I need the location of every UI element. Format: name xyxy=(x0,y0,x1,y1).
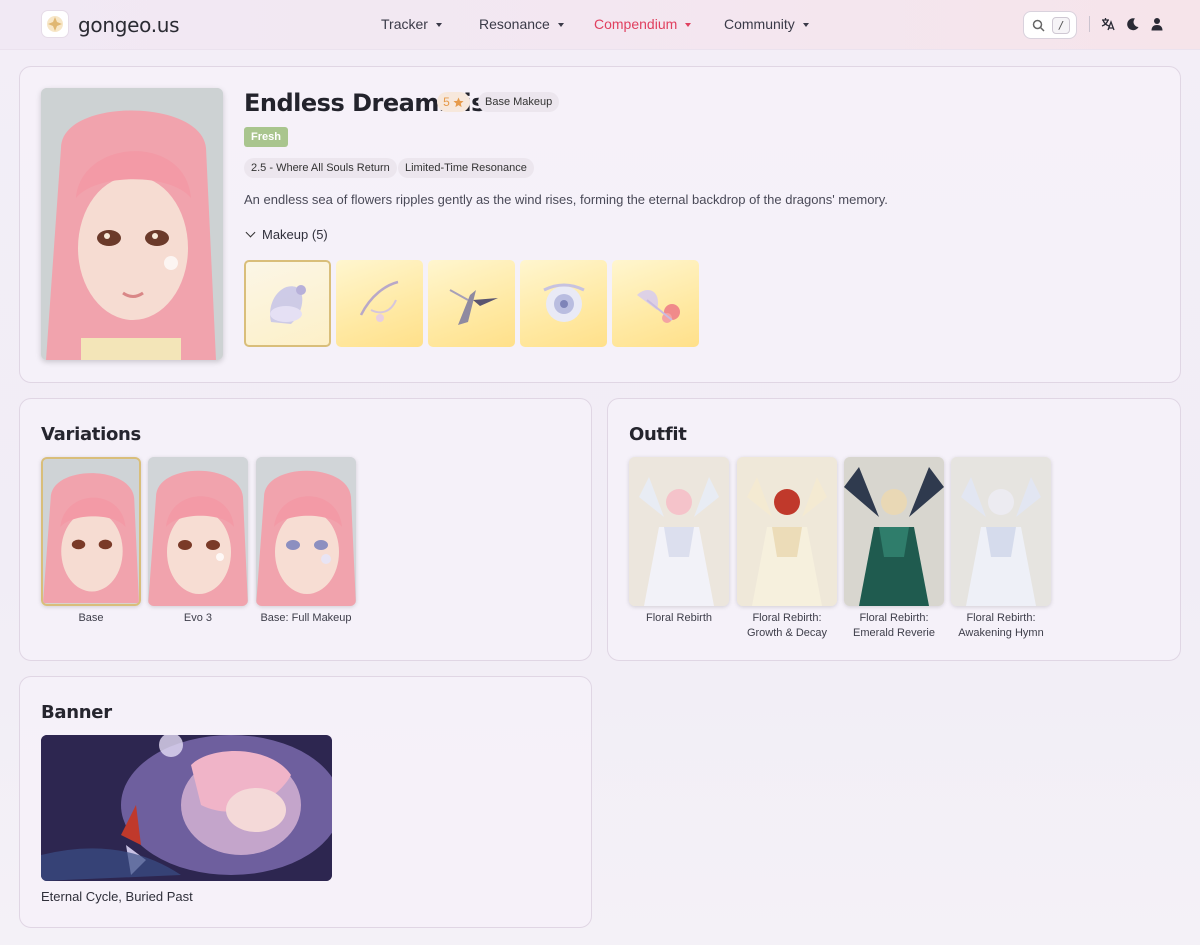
search-icon xyxy=(1032,19,1045,32)
rarity-value: 5 xyxy=(443,95,450,109)
banner-image[interactable] xyxy=(41,735,332,881)
nav-tracker[interactable]: Tracker xyxy=(381,16,442,32)
outfit-label: Floral Rebirth: Awakening Hymn xyxy=(946,611,1056,641)
outfit-label: Floral Rebirth: Emerald Reverie xyxy=(839,611,949,641)
makeup-toggle-label: Makeup (5) xyxy=(262,227,328,242)
makeup-piece-1[interactable] xyxy=(244,260,331,347)
item-portrait-image[interactable] xyxy=(41,88,223,360)
variation-base[interactable] xyxy=(41,457,141,606)
makeup-piece-4[interactable] xyxy=(520,260,607,347)
outfit-emerald-reverie[interactable] xyxy=(844,457,944,606)
makeup-collapse-toggle[interactable]: Makeup (5) xyxy=(245,227,328,242)
makeup-piece-image xyxy=(637,290,680,323)
outfit-awakening-hymn[interactable] xyxy=(951,457,1051,606)
outfit-label: Floral Rebirth: Growth & Decay xyxy=(732,611,842,641)
source-badge[interactable]: Limited-Time Resonance xyxy=(398,158,534,178)
outfit-label-line1: Floral Rebirth: xyxy=(752,612,822,624)
variations-title: Variations xyxy=(41,424,141,445)
chevron-down-icon xyxy=(685,22,692,27)
makeup-piece-5[interactable] xyxy=(612,260,699,347)
makeup-piece-image xyxy=(543,283,585,322)
outfit-label-line2: Emerald Reverie xyxy=(853,627,935,639)
nav-compendium[interactable]: Compendium xyxy=(594,16,692,32)
makeup-piece-image xyxy=(449,289,498,325)
chevron-down-icon xyxy=(245,227,256,238)
chevron-down-icon xyxy=(435,22,442,27)
nav-resonance[interactable]: Resonance xyxy=(479,16,564,32)
chevron-down-icon xyxy=(802,22,809,27)
outfit-title: Outfit xyxy=(629,424,687,445)
outfit-growth-decay[interactable] xyxy=(737,457,837,606)
variation-label: Base xyxy=(78,612,104,624)
outfit-label: Floral Rebirth xyxy=(629,611,729,626)
nav-resonance-label: Resonance xyxy=(479,16,550,32)
outfit-label-line2: Awakening Hymn xyxy=(958,627,1044,639)
translate-icon[interactable] xyxy=(1101,17,1115,31)
outfit-label-line2: Growth & Decay xyxy=(746,627,828,639)
divider xyxy=(1089,16,1090,32)
outfit-label-line1: Floral Rebirth xyxy=(645,612,713,624)
variation-label: Evo 3 xyxy=(183,612,213,624)
search-shortcut-key: / xyxy=(1052,17,1070,34)
makeup-piece-image xyxy=(270,285,306,324)
site-logo[interactable] xyxy=(41,10,69,38)
rarity-badge: 5 xyxy=(437,92,470,112)
makeup-piece-2[interactable] xyxy=(336,260,423,347)
nav-tracker-label: Tracker xyxy=(381,16,428,32)
outfit-floral-rebirth[interactable] xyxy=(629,457,729,606)
chevron-down-icon xyxy=(557,22,564,27)
variation-label: Base: Full Makeup xyxy=(260,612,352,624)
outfit-label-line1: Floral Rebirth: xyxy=(859,612,929,624)
user-icon[interactable] xyxy=(1150,17,1164,31)
nav-compendium-label: Compendium xyxy=(594,16,678,32)
brand-name[interactable]: gongeo.us xyxy=(78,13,180,37)
outfit-label-line1: Floral Rebirth: xyxy=(966,612,1036,624)
makeup-piece-3[interactable] xyxy=(428,260,515,347)
style-tag[interactable]: Fresh xyxy=(244,127,288,147)
variation-evo3[interactable] xyxy=(148,457,248,606)
search-button[interactable]: / xyxy=(1023,11,1077,39)
star-icon xyxy=(453,96,464,107)
banner-title: Banner xyxy=(41,702,112,723)
variation-full-makeup[interactable] xyxy=(256,457,356,606)
nav-community-label: Community xyxy=(724,16,795,32)
makeup-piece-image xyxy=(359,280,399,322)
moon-icon[interactable] xyxy=(1126,17,1140,31)
version-badge[interactable]: 2.5 - Where All Souls Return xyxy=(244,158,397,178)
category-badge: Base Makeup xyxy=(478,92,560,112)
item-description: An endless sea of flowers ripples gently… xyxy=(244,192,888,207)
banner-caption[interactable]: Eternal Cycle, Buried Past xyxy=(41,889,193,904)
top-navigation-bar: gongeo.us Tracker Resonance Compendium C… xyxy=(0,0,1200,50)
logo-icon xyxy=(47,16,63,32)
nav-community[interactable]: Community xyxy=(724,16,809,32)
